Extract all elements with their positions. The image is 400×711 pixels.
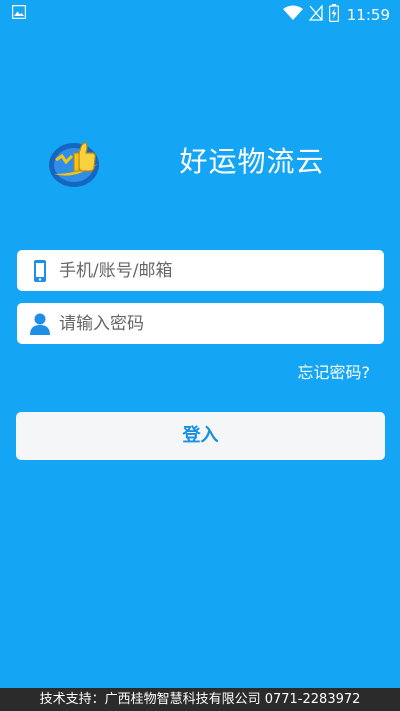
no-signal-icon xyxy=(308,4,323,25)
brand: 好运物流云 xyxy=(46,134,324,190)
thumbs-up-logo xyxy=(46,134,102,190)
login-button[interactable]: 登入 xyxy=(16,412,385,460)
password-field[interactable] xyxy=(17,303,384,344)
phone-icon xyxy=(29,259,51,283)
account-input[interactable] xyxy=(59,250,369,291)
user-icon xyxy=(29,312,51,336)
status-icons: 11:59 xyxy=(282,4,390,26)
account-field[interactable] xyxy=(17,250,384,291)
status-bar: 11:59 xyxy=(0,0,400,26)
forgot-password-link[interactable]: 忘记密码? xyxy=(298,359,371,383)
wifi-icon xyxy=(282,5,303,25)
battery-charging-icon xyxy=(328,4,339,26)
app-title: 好运物流云 xyxy=(179,145,325,178)
status-time: 11:59 xyxy=(346,6,390,24)
footer-support-text: 技术支持：广西桂物智慧科技有限公司 0771-2283972 xyxy=(0,688,400,711)
image-icon xyxy=(11,4,27,23)
password-input[interactable] xyxy=(59,303,369,344)
